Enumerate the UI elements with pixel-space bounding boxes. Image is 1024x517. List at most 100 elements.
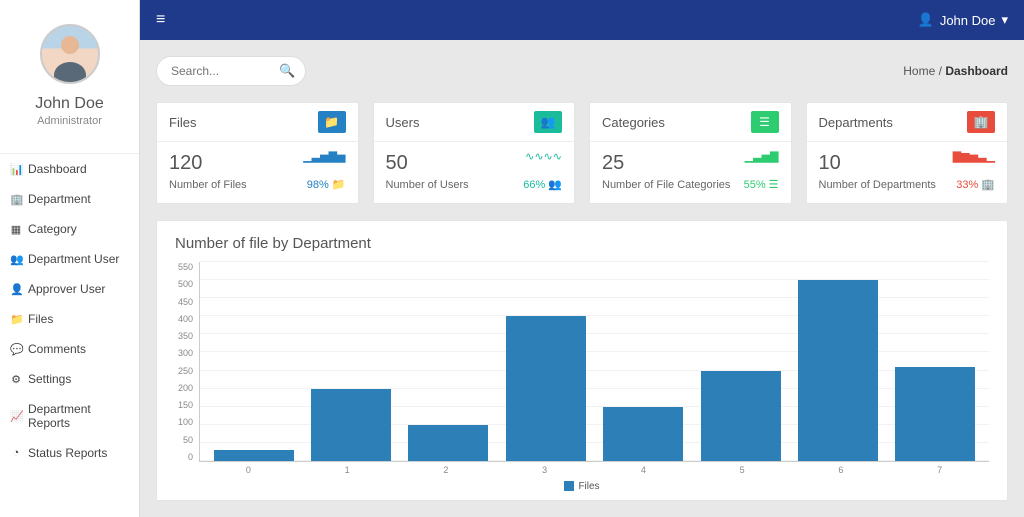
ytick: 200 [175,383,193,393]
avatar [40,24,100,84]
legend-swatch [564,481,574,491]
profile-name: John Doe [0,95,139,113]
stat-card-departments[interactable]: Departments🏢10Number of Departments▇▆▅▃▁… [806,102,1009,204]
sidebar-item-department-user[interactable]: 👥 Department User [0,244,139,274]
bar-5[interactable] [701,371,781,461]
comment-icon: 💬 [10,343,22,356]
sidebar-item-label: Department Reports [28,402,129,430]
ytick: 250 [175,366,193,376]
xtick: 5 [693,462,792,475]
caret-down-icon: ▾ [1001,12,1008,28]
sparkline-icon: ▁▃▅▇▅ [303,150,345,163]
user-icon: 👤 [10,283,22,296]
sidebar-item-department[interactable]: 🏢 Department [0,184,139,214]
bar-4[interactable] [603,407,683,461]
pie-icon: ◔ [10,447,22,459]
sidebar-item-comments[interactable]: 💬 Comments [0,334,139,364]
xtick: 3 [495,462,594,475]
chart-icon: 📈 [10,410,22,423]
ytick: 100 [175,417,193,427]
legend-label: Files [578,481,599,492]
ytick: 550 [175,262,193,272]
sidebar-item-category[interactable]: ▦Category [0,214,139,244]
sidebar-item-files[interactable]: 📁 Files [0,304,139,334]
stat-card-categories[interactable]: Categories☰25Number of File Categories▁▃… [589,102,792,204]
sidebar-item-settings[interactable]: ⚙Settings [0,364,139,394]
sidebar-item-label: Settings [28,372,71,386]
user-icon: 👤 [918,12,934,28]
pct-icon: 👥 [548,178,562,191]
topbar: ≡ 👤 John Doe ▾ [140,0,1024,40]
stat-card-files[interactable]: Files📁120Number of Files▁▃▅▇▅98% 📁 [156,102,359,204]
bar-7[interactable] [895,367,975,461]
bar-6[interactable] [798,280,878,461]
sidebar-item-department-reports[interactable]: 📈 Department Reports [0,394,139,438]
sidebar-item-label: Files [28,312,53,326]
ytick: 500 [175,279,193,289]
search-input[interactable] [171,64,271,78]
xtick: 0 [199,462,298,475]
sidebar-item-approver-user[interactable]: 👤 Approver User [0,274,139,304]
sidebar-item-label: Status Reports [28,446,107,460]
card-pct: 66% 👥 [523,178,562,191]
stat-cards: Files📁120Number of Files▁▃▅▇▅98% 📁Users👥… [156,102,1008,204]
sidebar-item-dashboard[interactable]: 📊 Dashboard [0,154,139,184]
user-menu-label: John Doe [940,13,996,28]
card-pct: 98% 📁 [307,178,346,191]
sparkline-icon: ▁▃▅▇ [745,150,779,163]
chart-xaxis: 01234567 [199,462,989,475]
card-icon: 👥 [534,111,562,133]
card-icon: ☰ [751,111,779,133]
card-icon: 🏢 [967,111,995,133]
pct-icon: 🏢 [981,178,995,191]
sidebar-nav: 📊 Dashboard 🏢 Department ▦Category 👥 Departmen… [0,153,139,468]
building-icon: 🏢 [10,193,22,206]
sidebar: John Doe Administrator 📊 Dashboard 🏢 Depart… [0,0,140,517]
breadcrumb-home[interactable]: Home [903,64,935,78]
folder-icon: 📁 [10,313,22,326]
xtick: 2 [397,462,496,475]
sidebar-item-status-reports[interactable]: ◔ Status Reports [0,438,139,468]
sparkline-icon: ▇▆▅▃▁ [953,150,995,163]
user-menu[interactable]: 👤 John Doe ▾ [918,12,1008,28]
profile-role: Administrator [0,115,139,127]
sidebar-item-label: Comments [28,342,86,356]
bar-chart: 550500450400350300250200150100500 [175,262,989,462]
pct-icon: 📁 [332,178,346,191]
search-box[interactable]: 🔍 [156,56,306,86]
breadcrumb: Home / Dashboard [903,64,1008,78]
profile-block: John Doe Administrator [0,0,139,153]
sparkline-icon: ∿∿∿∿ [525,150,562,163]
card-title: Categories [602,115,665,130]
search-icon[interactable]: 🔍 [279,63,295,79]
chart-panel: Number of file by Department 55050045040… [156,220,1008,501]
card-title: Departments [819,115,893,130]
bar-2[interactable] [408,425,488,461]
ytick: 150 [175,400,193,410]
sidebar-item-label: Department User [28,252,119,266]
sidebar-item-label: Approver User [28,282,105,296]
ytick: 50 [175,435,193,445]
sidebar-item-label: Dashboard [28,162,87,176]
stat-card-users[interactable]: Users👥50Number of Users∿∿∿∿66% 👥 [373,102,576,204]
card-pct: 33% 🏢 [956,178,995,191]
grid-icon: ▦ [10,223,22,236]
card-title: Users [386,115,420,130]
ytick: 450 [175,297,193,307]
sidebar-item-label: Department [28,192,91,206]
xtick: 1 [298,462,397,475]
chart-yaxis: 550500450400350300250200150100500 [175,262,199,462]
breadcrumb-current: Dashboard [945,64,1008,78]
card-pct: 55% ☰ [744,178,779,191]
chart-plot [199,262,989,462]
pct-icon: ☰ [769,178,779,191]
ytick: 400 [175,314,193,324]
dashboard-icon: 📊 [10,163,22,176]
card-title: Files [169,115,196,130]
bar-1[interactable] [311,389,391,461]
menu-toggle-icon[interactable]: ≡ [156,11,165,29]
xtick: 4 [594,462,693,475]
bar-0[interactable] [214,450,294,461]
bar-3[interactable] [506,316,586,461]
users-icon: 👥 [10,253,22,266]
